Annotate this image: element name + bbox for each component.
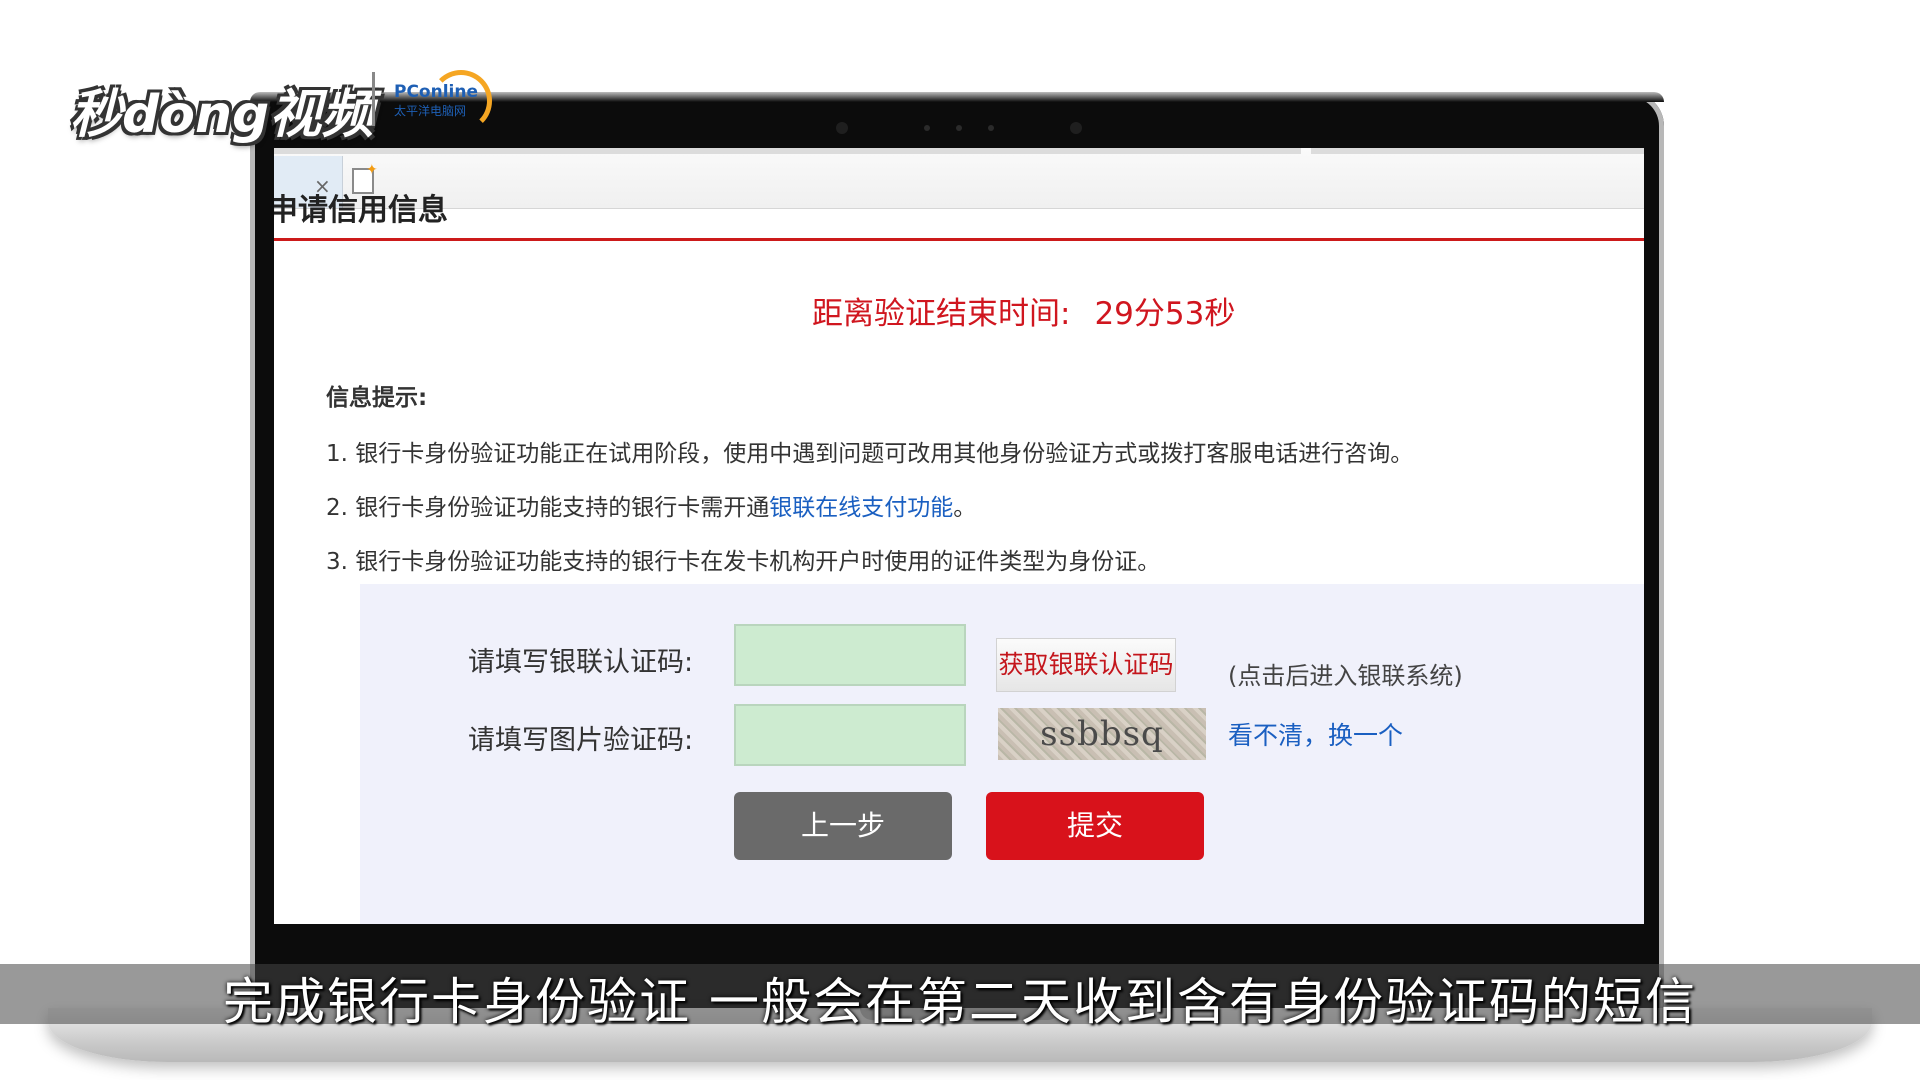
unionpay-online-payment-link[interactable]: 银联在线支付功能	[769, 495, 953, 521]
info-line-2: 2. 银行卡身份验证功能支持的银行卡需开通银联在线支付功能。	[326, 488, 976, 522]
get-unionpay-code-button[interactable]: 获取银联认证码	[996, 638, 1176, 692]
unionpay-code-label: 请填写银联认证码:	[468, 647, 694, 678]
get-code-hint: (点击后进入银联系统)	[1228, 662, 1463, 690]
sparkle-icon: ✦	[366, 162, 378, 178]
camera-icon	[956, 125, 962, 131]
sensor-icon	[836, 122, 848, 134]
submit-button[interactable]: 提交	[986, 792, 1204, 860]
partner-logo: PConline 太平洋电脑网	[394, 68, 514, 132]
sensor-icon	[1070, 122, 1082, 134]
unionpay-code-input[interactable]	[734, 624, 966, 686]
new-tab-button[interactable]: ✦	[344, 162, 380, 196]
previous-step-button[interactable]: 上一步	[734, 792, 952, 860]
countdown-timer: 距离验证结束时间: 29分53秒	[812, 288, 1235, 333]
partner-logo-text: PConline	[394, 82, 479, 102]
info-line-3: 3. 银行卡身份验证功能支持的银行卡在发卡机构开户时使用的证件类型为身份证。	[326, 549, 1161, 575]
page-title: 申请信用信息	[274, 193, 448, 228]
sensor-dot-icon	[924, 125, 930, 131]
video-subtitle: 完成银行卡身份验证 一般会在第二天收到含有身份验证码的短信	[223, 973, 1697, 1031]
search-bar-edge	[1311, 148, 1644, 154]
brand-logo-text: 秒dòng视频	[70, 85, 374, 145]
refresh-captcha-link[interactable]: 看不清，换一个	[1228, 716, 1403, 752]
sensor-dot-icon	[988, 125, 994, 131]
info-title: 信息提示:	[326, 385, 428, 411]
logo-divider	[372, 72, 375, 126]
countdown-value: 29分53秒	[1094, 296, 1236, 332]
info-line-2-text: 2. 银行卡身份验证功能支持的银行卡需开通	[326, 495, 770, 521]
captcha-image[interactable]: ssbbsq	[998, 708, 1206, 760]
info-line-2-end: 。	[953, 495, 977, 521]
browser-screen: × ✦ 申请信用信息 距离验证结束时间: 29分53秒 信息提示: 1. 银行卡身…	[274, 148, 1644, 924]
browser-tab-bar: × ✦	[274, 148, 1644, 209]
captcha-label: 请填写图片验证码:	[468, 725, 694, 756]
captcha-input[interactable]	[734, 704, 966, 766]
info-line-1: 1. 银行卡身份验证功能正在试用阶段，使用中遇到问题可改用其他身份验证方式或拨打…	[326, 441, 1414, 467]
title-divider	[274, 238, 1644, 241]
address-bar-edge	[274, 148, 1301, 154]
countdown-label: 距离验证结束时间:	[812, 296, 1071, 332]
partner-logo-subtext: 太平洋电脑网	[394, 104, 467, 118]
